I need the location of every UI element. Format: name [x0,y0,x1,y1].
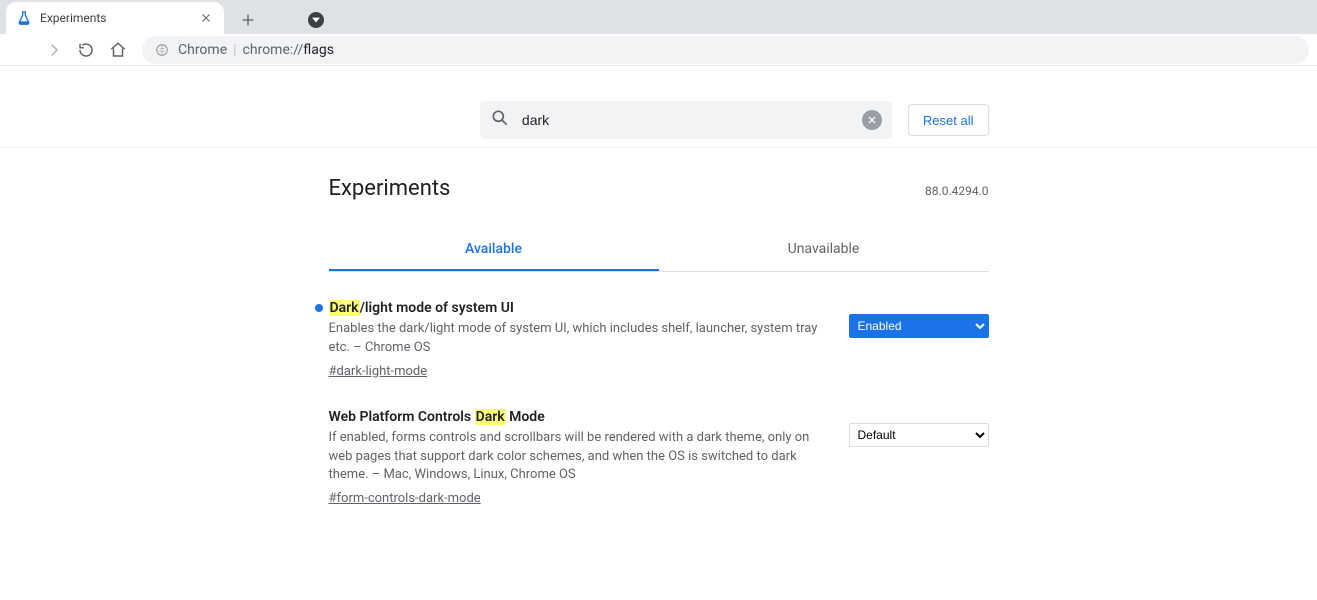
flag-search-input[interactable] [520,111,852,129]
reload-button[interactable] [72,36,100,64]
flag-row: Dark/light mode of system UI Enables the … [329,300,989,379]
flag-search-box[interactable] [480,101,892,139]
forward-button[interactable] [40,36,68,64]
home-button[interactable] [104,36,132,64]
page-info-icon[interactable] [154,42,170,58]
browser-tab-active[interactable]: Experiments [6,2,224,34]
extension-button[interactable] [302,6,330,34]
flag-title: Dark/light mode of system UI [329,300,831,316]
flag-anchor-link[interactable]: #form-controls-dark-mode [329,491,481,506]
omnibox[interactable]: Chrome | chrome://flags [142,36,1309,64]
flask-icon [16,10,32,26]
flag-title: Web Platform Controls Dark Mode [329,409,831,425]
flag-description: If enabled, forms controls and scrollbar… [329,429,831,486]
tab-title: Experiments [40,11,190,25]
page-title: Experiments [329,176,451,201]
omnibox-url: Chrome | chrome://flags [178,42,334,58]
tab-unavailable[interactable]: Unavailable [659,229,989,271]
flag-tabs: Available Unavailable [329,229,989,272]
caret-down-icon [308,12,324,28]
flag-anchor-link[interactable]: #dark-light-mode [329,364,428,379]
chrome-version: 88.0.4294.0 [925,184,988,198]
changed-indicator-icon [315,304,323,312]
flag-description: Enables the dark/light mode of system UI… [329,320,831,358]
reset-all-button[interactable]: Reset all [908,104,989,136]
tab-available[interactable]: Available [329,229,659,271]
browser-toolbar: Chrome | chrome://flags [0,34,1317,66]
browser-tabstrip: Experiments [0,0,1317,34]
flag-state-select[interactable]: DefaultEnabledDisabled [849,314,989,338]
tab-close-button[interactable] [198,10,214,26]
flag-row: Web Platform Controls Dark Mode If enable… [329,409,989,507]
flag-state-select[interactable]: DefaultEnabledDisabled [849,423,989,447]
clear-search-button[interactable] [862,110,882,130]
new-tab-button[interactable] [234,6,262,34]
search-icon [490,108,510,132]
